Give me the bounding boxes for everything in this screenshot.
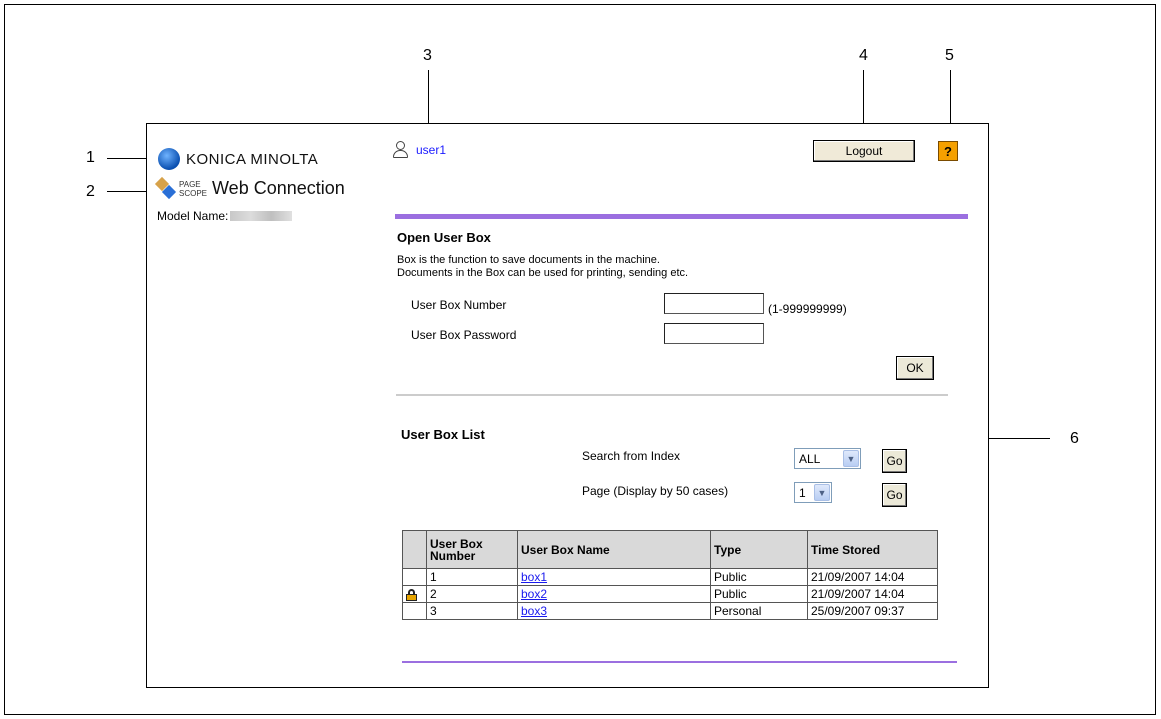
search-go-button[interactable]: Go [882, 449, 907, 473]
lock-cell [402, 602, 427, 620]
logo-text: KONICA MINOLTA [186, 150, 319, 168]
page-select[interactable]: 1 ▼ [794, 482, 832, 503]
user-box-number-range: (1-999999999) [768, 302, 847, 316]
model-name-label: Model Name: [157, 209, 229, 223]
ok-button[interactable]: OK [896, 356, 934, 380]
lock-icon [406, 588, 417, 601]
product-name: Web Connection [212, 178, 345, 198]
pagescope-logo-icon [154, 176, 177, 199]
user-box-table: User Box Number User Box Name Type Time … [402, 530, 938, 620]
section-divider-middle [396, 394, 948, 396]
callout-5: 5 [945, 47, 954, 64]
pagescope-bottom-text: SCOPE [179, 188, 208, 198]
page-value: 1 [799, 485, 806, 500]
page-go-button[interactable]: Go [882, 483, 907, 507]
column-header-time: Time Stored [807, 530, 938, 569]
logout-button[interactable]: Logout [813, 140, 915, 162]
konica-minolta-logo: KONICA MINOLTA [158, 148, 318, 170]
open-user-box-description: Box is the function to save documents in… [397, 254, 688, 280]
box-number-cell: 3 [426, 602, 518, 620]
box-time-cell: 21/09/2007 14:04 [807, 568, 938, 586]
chevron-down-icon: ▼ [843, 450, 859, 467]
box-number-cell: 2 [426, 585, 518, 603]
box-type-cell: Public [710, 585, 808, 603]
lock-column-header [402, 530, 427, 569]
user-icon [392, 141, 408, 159]
search-index-select[interactable]: ALL ▼ [794, 448, 861, 469]
table-row: 3 box3 Personal 25/09/2007 09:37 [402, 602, 938, 620]
search-index-value: ALL [799, 451, 821, 466]
table-header-row: User Box Number User Box Name Type Time … [402, 530, 938, 569]
callout-3: 3 [423, 47, 432, 64]
user-box-password-input[interactable] [664, 323, 764, 344]
description-line-2: Documents in the Box can be used for pri… [397, 267, 689, 279]
user-box-number-label: User Box Number [411, 298, 507, 312]
callout-6: 6 [1070, 430, 1079, 447]
user-name: user1 [416, 143, 447, 157]
description-line-1: Box is the function to save documents in… [397, 254, 660, 266]
box-name-link[interactable]: box2 [521, 587, 547, 601]
box-type-cell: Personal [710, 602, 808, 620]
callout-1: 1 [86, 149, 95, 166]
callout-4: 4 [859, 47, 868, 64]
box-time-cell: 21/09/2007 14:04 [807, 585, 938, 603]
column-header-type: Type [710, 530, 808, 569]
user-box-list-title: User Box List [401, 427, 485, 442]
chevron-down-icon: ▼ [814, 484, 830, 501]
open-user-box-title: Open User Box [397, 230, 491, 245]
search-from-index-label: Search from Index [582, 449, 681, 463]
section-divider-bottom [402, 661, 957, 663]
box-time-cell: 25/09/2007 09:37 [807, 602, 938, 620]
lock-cell [402, 568, 427, 586]
table-row: 1 box1 Public 21/09/2007 14:04 [402, 568, 938, 586]
user-box-number-input[interactable] [664, 293, 764, 314]
column-header-name: User Box Name [517, 530, 711, 569]
model-name: Model Name: [157, 209, 293, 223]
box-name-link[interactable]: box3 [521, 604, 547, 618]
model-name-value-redacted [230, 211, 293, 221]
konica-minolta-logo-icon [158, 148, 180, 170]
pagescope-top-text: PAGE [179, 179, 201, 189]
section-divider-top [395, 214, 968, 219]
box-number-cell: 1 [426, 568, 518, 586]
box-name-cell: box3 [517, 602, 711, 620]
page-display-label: Page (Display by 50 cases) [582, 484, 729, 498]
current-user: user1 [392, 141, 446, 159]
help-icon[interactable]: ? [938, 141, 958, 161]
box-name-cell: box1 [517, 568, 711, 586]
box-name-cell: box2 [517, 585, 711, 603]
web-connection-logo: PAGE SCOPE Web Connection [154, 176, 345, 199]
lock-cell [402, 585, 427, 603]
user-box-password-label: User Box Password [411, 328, 517, 342]
table-row: 2 box2 Public 21/09/2007 14:04 [402, 585, 938, 603]
box-type-cell: Public [710, 568, 808, 586]
box-name-link[interactable]: box1 [521, 570, 547, 584]
callout-2: 2 [86, 183, 95, 200]
column-header-number: User Box Number [426, 530, 518, 569]
pagescope-wordmark: PAGE SCOPE [179, 180, 207, 198]
